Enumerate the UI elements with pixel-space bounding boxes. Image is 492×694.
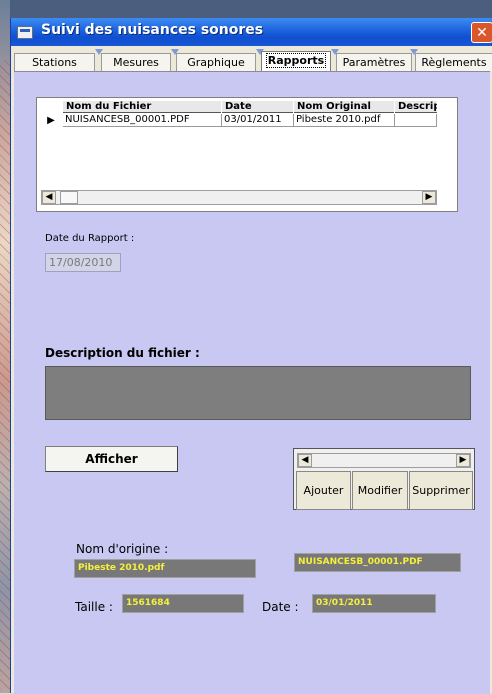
col-header-description[interactable]: Descrip — [395, 101, 437, 113]
tab-reglements[interactable]: Règlements — [415, 53, 492, 71]
window-icon — [17, 26, 33, 39]
tab-stations[interactable]: Stations — [14, 53, 95, 71]
date-field[interactable]: 03/01/2011 — [312, 594, 436, 613]
title-bar[interactable]: Suivi des nuisances sonores ✕ — [11, 18, 492, 46]
background-map-lines — [0, 60, 10, 690]
app-window: Suivi des nuisances sonores ✕ Stations M… — [10, 18, 492, 694]
description-field[interactable] — [45, 366, 471, 420]
ajouter-button[interactable]: Ajouter — [296, 471, 351, 510]
col-header-date[interactable]: Date — [222, 101, 293, 113]
taille-label: Taille : — [75, 600, 113, 614]
col-header-nom-fichier[interactable]: Nom du Fichier — [63, 101, 221, 113]
grid-horizontal-scrollbar[interactable]: ◀ ▶ — [41, 190, 437, 205]
tab-rapports-label: Rapports — [265, 53, 327, 68]
nav-scroll-right-icon[interactable]: ▶ — [456, 454, 470, 467]
row-indicator: ▶ — [47, 115, 55, 126]
rapports-panel: Nom du Fichier Date Nom Original Descrip… — [14, 71, 490, 694]
tab-graphique[interactable]: Graphique — [176, 53, 256, 71]
date-rapport-field[interactable]: 17/08/2010 — [45, 253, 121, 272]
supprimer-button[interactable]: Supprimer — [409, 471, 473, 510]
cell-nom-original[interactable]: Pibeste 2010.pdf — [294, 114, 395, 127]
cell-nom-fichier[interactable]: NUISANCESB_00001.PDF — [63, 114, 222, 127]
nom-origine-label: Nom d'origine : — [76, 542, 169, 556]
close-button[interactable]: ✕ — [471, 22, 492, 43]
date-rapport-label: Date du Rapport : — [45, 233, 135, 244]
date-label: Date : — [262, 600, 299, 614]
nom-origine-field[interactable]: Pibeste 2010.pdf — [74, 559, 256, 578]
background-desktop-strip — [0, 0, 492, 18]
record-navigator: ◀ ▶ Ajouter Modifier Supprimer — [293, 448, 475, 510]
tab-rapports[interactable]: Rapports — [261, 51, 331, 72]
navigator-scrollbar[interactable]: ◀ ▶ — [297, 453, 471, 468]
afficher-button[interactable]: Afficher — [45, 446, 178, 472]
col-header-nom-original[interactable]: Nom Original — [294, 101, 394, 113]
cell-date[interactable]: 03/01/2011 — [222, 114, 294, 127]
tab-mesures[interactable]: Mesures — [101, 53, 171, 71]
description-label: Description du fichier : — [45, 346, 200, 360]
window-title: Suivi des nuisances sonores — [41, 22, 264, 38]
fichier-field[interactable]: NUISANCESB_00001.PDF — [294, 553, 461, 572]
modifier-button[interactable]: Modifier — [352, 471, 408, 510]
scroll-left-icon[interactable]: ◀ — [42, 191, 56, 204]
files-grid[interactable]: Nom du Fichier Date Nom Original Descrip… — [36, 97, 458, 212]
scroll-thumb[interactable] — [60, 191, 78, 204]
tab-parametres[interactable]: Paramètres — [336, 53, 412, 71]
cell-description[interactable] — [395, 114, 437, 127]
taille-field[interactable]: 1561684 — [122, 594, 244, 613]
scroll-right-icon[interactable]: ▶ — [422, 191, 436, 204]
nav-scroll-left-icon[interactable]: ◀ — [298, 454, 312, 467]
